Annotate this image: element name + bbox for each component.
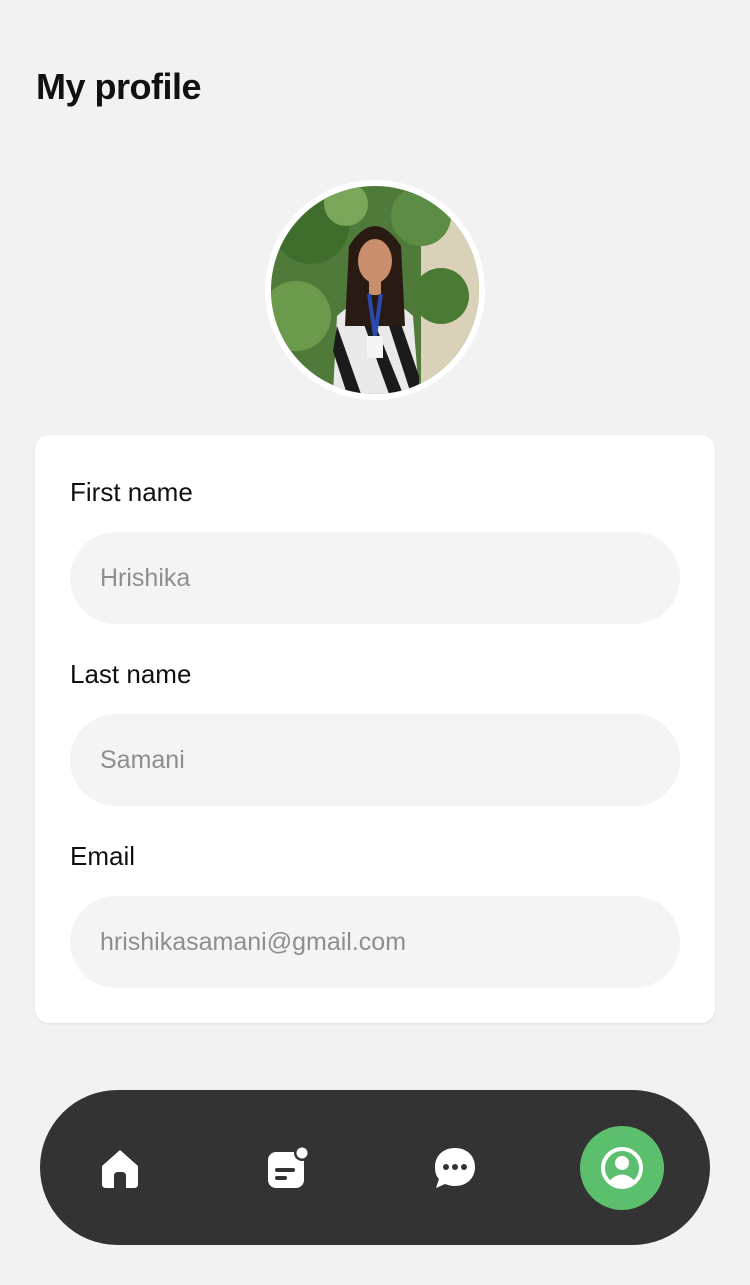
nav-profile-button[interactable] xyxy=(580,1126,664,1210)
bottom-nav xyxy=(40,1090,710,1245)
profile-photo xyxy=(271,186,479,394)
nav-notes-button[interactable] xyxy=(246,1126,330,1210)
email-label: Email xyxy=(70,841,136,871)
last-name-field[interactable] xyxy=(70,714,680,806)
nav-home-button[interactable] xyxy=(78,1126,162,1210)
last-name-label: Last name xyxy=(70,659,192,689)
email-field[interactable] xyxy=(70,896,680,988)
page-title: My profile xyxy=(36,66,202,107)
notes-icon xyxy=(268,1145,310,1188)
nav-chat-button[interactable] xyxy=(413,1126,497,1210)
avatar[interactable] xyxy=(265,180,485,400)
chat-icon xyxy=(435,1148,475,1188)
home-icon xyxy=(102,1150,138,1188)
profile-form-card: First name Last name Email xyxy=(35,435,715,1023)
first-name-label: First name xyxy=(70,477,193,507)
first-name-field[interactable] xyxy=(70,532,680,624)
profile-icon xyxy=(601,1147,643,1189)
